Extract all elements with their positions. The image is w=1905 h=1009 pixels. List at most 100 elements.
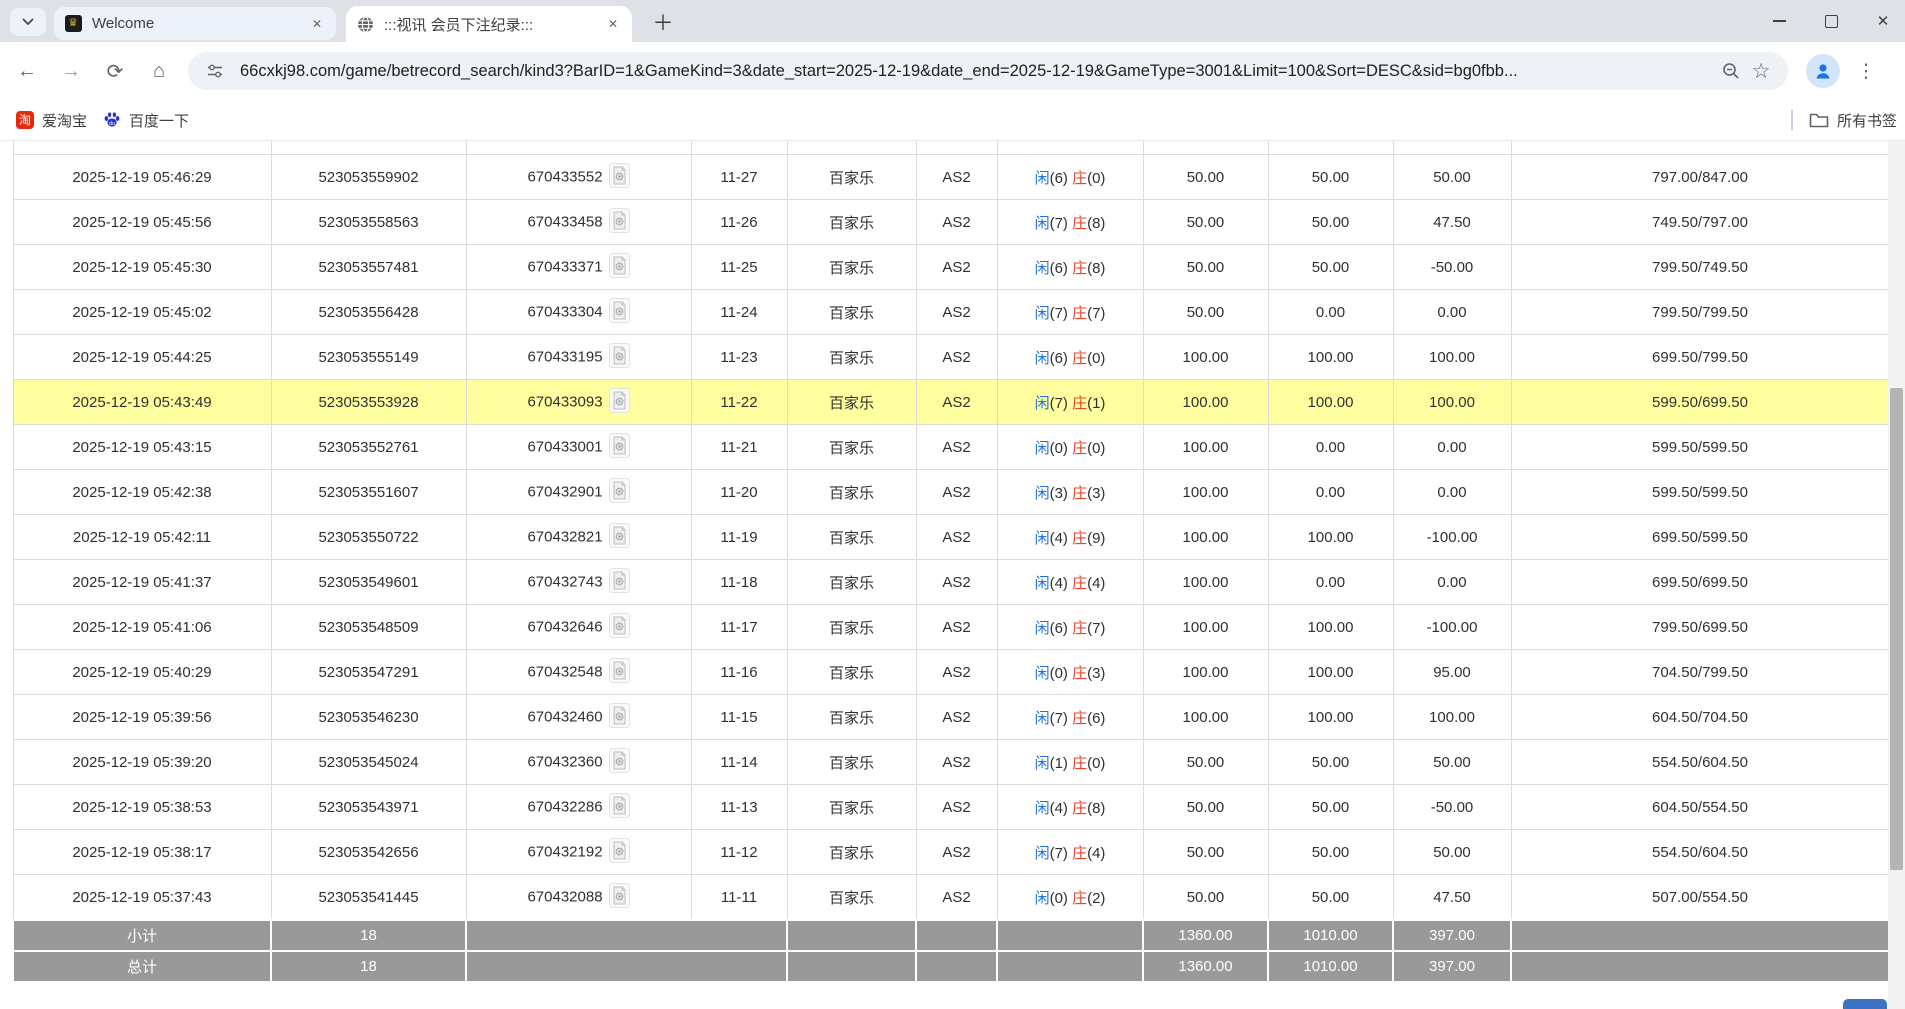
browser-menu-icon[interactable]: ⋮ <box>1854 60 1878 83</box>
cell-valid-amount: 50.00 <box>1268 200 1393 245</box>
cell-bet-content: 闲(7) 庄(6) <box>997 695 1143 740</box>
video-record-icon[interactable] <box>609 568 630 597</box>
table-row[interactable]: 2025-12-19 05:46:29523053559902670433552… <box>13 155 1889 200</box>
video-record-icon[interactable] <box>609 838 630 867</box>
cell-round: 11-20 <box>691 470 787 515</box>
tab-title: Welcome <box>92 15 300 32</box>
tab-close-icon[interactable]: ✕ <box>308 15 326 33</box>
home-button[interactable]: ⌂ <box>142 54 176 88</box>
zhuang-label: 庄 <box>1072 890 1087 907</box>
video-record-icon[interactable] <box>609 433 630 462</box>
video-record-icon[interactable] <box>609 388 630 417</box>
tab-welcome[interactable]: ♛ Welcome ✕ <box>54 7 336 40</box>
total-empty <box>466 951 787 982</box>
table-row[interactable]: 2025-12-19 05:44:25523053555149670433195… <box>13 335 1889 380</box>
profile-avatar[interactable] <box>1806 54 1840 88</box>
address-bar[interactable]: 66cxkj98.com/game/betrecord_search/kind3… <box>188 52 1788 90</box>
xian-label: 闲 <box>1035 845 1050 862</box>
maximize-button[interactable] <box>1823 13 1839 29</box>
cell-bet-amount: 100.00 <box>1143 695 1268 740</box>
tab-search-button[interactable] <box>10 8 46 36</box>
table-row[interactable]: 2025-12-19 05:41:06523053548509670432646… <box>13 605 1889 650</box>
video-record-icon[interactable] <box>609 343 630 372</box>
cell-bet-amount: 50.00 <box>1143 245 1268 290</box>
cell-bet-id: 523053543971 <box>271 785 466 830</box>
scrollbar-thumb[interactable] <box>1890 388 1903 870</box>
cell-bet-content: 闲(4) 庄(8) <box>997 785 1143 830</box>
bookmark-aitaobao[interactable]: 淘 爱淘宝 <box>16 110 87 131</box>
video-record-icon[interactable] <box>609 298 630 327</box>
table-row[interactable]: 2025-12-19 05:38:53523053543971670432286… <box>13 785 1889 830</box>
subtotal-empty <box>997 920 1143 951</box>
table-row[interactable]: 2025-12-19 05:42:11523053550722670432821… <box>13 515 1889 560</box>
table-row[interactable]: 2025-12-19 05:41:37523053549601670432743… <box>13 560 1889 605</box>
cell-order-id: 670432821 <box>466 515 691 560</box>
table-row[interactable]: 2025-12-19 05:43:15523053552761670433001… <box>13 425 1889 470</box>
url-text[interactable]: 66cxkj98.com/game/betrecord_search/kind3… <box>240 62 1716 81</box>
video-record-icon[interactable] <box>609 163 630 192</box>
table-row[interactable]: 2025-12-19 05:39:56523053546230670432460… <box>13 695 1889 740</box>
bookmark-baidu[interactable]: du 百度一下 <box>103 110 189 131</box>
table-row[interactable]: 2025-12-19 05:45:56523053558563670433458… <box>13 200 1889 245</box>
video-record-icon[interactable] <box>609 478 630 507</box>
minimize-button[interactable] <box>1771 13 1787 29</box>
zoom-out-icon[interactable] <box>1716 56 1746 86</box>
tab-close-icon[interactable]: ✕ <box>604 15 622 33</box>
cell-table: AS2 <box>916 785 997 830</box>
cell-order-id: 670433552 <box>466 155 691 200</box>
cell-table: AS2 <box>916 470 997 515</box>
cell-round: 11-26 <box>691 200 787 245</box>
video-record-icon[interactable] <box>609 793 630 822</box>
video-record-icon[interactable] <box>609 613 630 642</box>
forward-button[interactable]: → <box>54 54 88 88</box>
table-row[interactable]: 2025-12-19 05:45:02523053556428670433304… <box>13 290 1889 335</box>
table-row[interactable]: 2025-12-19 05:38:17523053542656670432192… <box>13 830 1889 875</box>
table-row[interactable]: 2025-12-19 05:40:29523053547291670432548… <box>13 650 1889 695</box>
video-record-icon[interactable] <box>609 748 630 777</box>
table-row[interactable]: 2025-12-19 05:39:20523053545024670432360… <box>13 740 1889 785</box>
video-record-icon[interactable] <box>609 703 630 732</box>
total-empty <box>1511 951 1889 982</box>
site-settings-icon[interactable] <box>200 56 230 86</box>
table-row[interactable]: 2025-12-19 05:45:30523053557481670433371… <box>13 245 1889 290</box>
close-button[interactable]: ✕ <box>1875 13 1891 29</box>
video-record-icon[interactable] <box>609 253 630 282</box>
table-row[interactable]: 2025-12-19 05:43:49523053553928670433093… <box>13 380 1889 425</box>
cell-round: 11-15 <box>691 695 787 740</box>
table-row[interactable]: 2025-12-19 05:42:38523053551607670432901… <box>13 470 1889 515</box>
cell-order-id: 670433001 <box>466 425 691 470</box>
cell-bet-content: 闲(0) 庄(3) <box>997 650 1143 695</box>
all-bookmarks[interactable]: 所有书签 <box>1791 110 1897 131</box>
cell-game: 百家乐 <box>787 425 916 470</box>
cell-round: 11-19 <box>691 515 787 560</box>
video-record-icon[interactable] <box>609 883 630 912</box>
new-tab-button[interactable]: ＋ <box>648 8 678 36</box>
zhuang-label: 庄 <box>1072 620 1087 637</box>
cell-time: 2025-12-19 05:38:17 <box>13 830 271 875</box>
cell-bet-content: 闲(4) 庄(9) <box>997 515 1143 560</box>
xian-label: 闲 <box>1035 890 1050 907</box>
refresh-button[interactable]: ⟳ <box>98 54 132 88</box>
cell-order-id: 670432548 <box>466 650 691 695</box>
video-record-icon[interactable] <box>609 523 630 552</box>
cell-time: 2025-12-19 05:45:30 <box>13 245 271 290</box>
scroll-top-button[interactable] <box>1843 999 1887 1009</box>
cell-valid-amount: 50.00 <box>1268 740 1393 785</box>
video-record-icon[interactable] <box>609 658 630 687</box>
table-row[interactable]: 2025-12-19 05:37:43523053541445670432088… <box>13 875 1889 921</box>
video-record-icon[interactable] <box>609 208 630 237</box>
xian-label: 闲 <box>1035 755 1050 772</box>
page-scrollbar[interactable] <box>1888 141 1905 1009</box>
subtotal-empty <box>466 920 787 951</box>
cell-round: 11-18 <box>691 560 787 605</box>
subtotal-valid: 1010.00 <box>1268 920 1393 951</box>
tab-bet-record[interactable]: :::视讯 会员下注纪录::: ✕ <box>346 6 632 42</box>
zhuang-label: 庄 <box>1072 305 1087 322</box>
cell-order-id: 670432192 <box>466 830 691 875</box>
bookmark-star-icon[interactable]: ☆ <box>1746 56 1776 86</box>
back-button[interactable]: ← <box>10 54 44 88</box>
cell-game: 百家乐 <box>787 470 916 515</box>
zhuang-label: 庄 <box>1072 575 1087 592</box>
cell-balance: 599.50/599.50 <box>1511 470 1889 515</box>
folder-icon <box>1809 112 1829 128</box>
